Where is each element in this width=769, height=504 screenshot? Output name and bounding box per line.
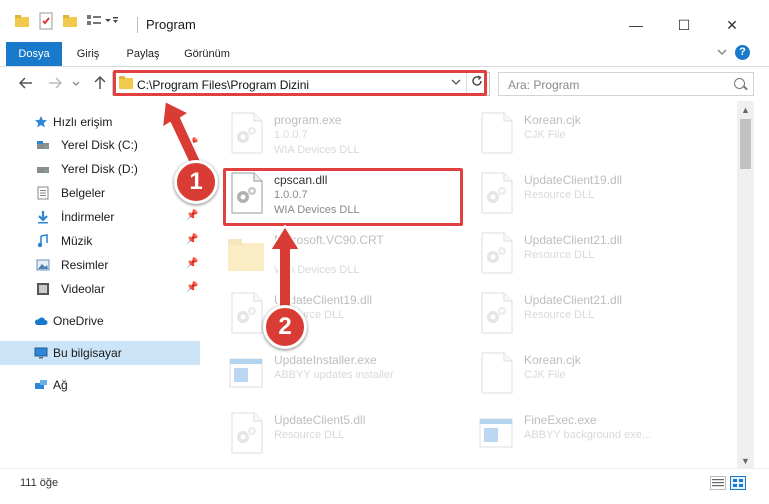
annotation-arrows — [161, 100, 301, 323]
step-badge-2: 2 — [263, 305, 307, 349]
file-explorer-window: Program — ☐ ✕ Dosya Giriş Paylaş Görünüm… — [0, 0, 769, 504]
step-badge-1: 1 — [174, 160, 218, 204]
